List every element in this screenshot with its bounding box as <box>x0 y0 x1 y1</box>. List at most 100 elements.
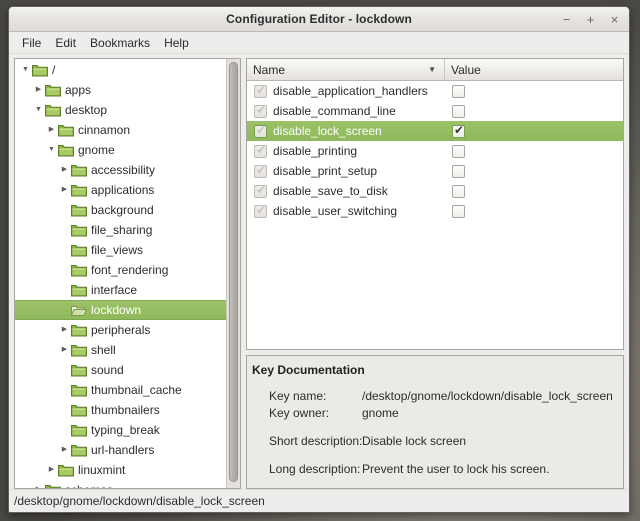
folder-icon <box>58 464 74 477</box>
cell-key-value[interactable]: ✔ <box>445 84 623 98</box>
short-description-label: Short description: <box>269 434 363 448</box>
tree-item-interface[interactable]: interface <box>15 280 226 300</box>
value-checkbox[interactable]: ✔ <box>452 123 465 138</box>
cell-key-name: ✔ disable_command_line <box>247 103 445 118</box>
tree-item-thumbnail-cache[interactable]: thumbnail_cache <box>15 380 226 400</box>
tree-scrollbar-thumb[interactable] <box>229 62 238 482</box>
tree-item-background[interactable]: background <box>15 200 226 220</box>
value-checkbox[interactable]: ✔ <box>452 204 465 218</box>
tree-item-label: linuxmint <box>78 462 126 477</box>
tree-vertical-scrollbar[interactable] <box>226 59 240 488</box>
tree-item-font-rendering[interactable]: font_rendering <box>15 260 226 280</box>
menu-help[interactable]: Help <box>157 34 196 52</box>
expander-collapsed-icon[interactable]: ▶ <box>32 480 45 488</box>
expander-collapsed-icon[interactable]: ▶ <box>45 120 58 140</box>
minimize-icon[interactable]: − <box>560 12 573 27</box>
key-documentation-panel: Key Documentation Key name: /desktop/gno… <box>246 355 624 489</box>
tree-item-label: / <box>52 62 56 77</box>
cell-key-value[interactable]: ✔ <box>445 164 623 178</box>
table-row[interactable]: ✔ disable_user_switching ✔ <box>247 201 623 221</box>
tree-item-shell[interactable]: ▶ shell <box>15 340 226 360</box>
tree-item-gnome[interactable]: ▼ gnome <box>15 140 226 160</box>
cell-key-name: ✔ disable_save_to_disk <box>247 183 445 198</box>
menu-file[interactable]: File <box>15 34 48 52</box>
expander-expanded-icon[interactable]: ▼ <box>19 60 32 80</box>
expander-collapsed-icon[interactable]: ▶ <box>58 160 71 180</box>
expander-collapsed-icon[interactable]: ▶ <box>58 340 71 360</box>
key-name-text: disable_save_to_disk <box>273 184 388 198</box>
folder-icon <box>71 404 87 417</box>
value-checkbox[interactable]: ✔ <box>452 144 465 158</box>
table-row[interactable]: ✔ disable_application_handlers ✔ <box>247 81 623 101</box>
maximize-icon[interactable]: + <box>584 12 597 27</box>
tree-item-schemas[interactable]: ▶ schemas <box>15 480 226 488</box>
table-row[interactable]: ✔ disable_printing ✔ <box>247 141 623 161</box>
value-checkbox[interactable]: ✔ <box>452 164 465 178</box>
cell-key-value[interactable]: ✔ <box>445 204 623 218</box>
keys-list-panel: Name ▼ Value ✔ disable_application_handle… <box>246 58 624 350</box>
expander-collapsed-icon[interactable]: ▶ <box>32 80 45 100</box>
main-content: ▼ / ▶ apps ▼ desktop ▶ cinnamon ▼ gnome ▶ accessibi… <box>9 54 629 489</box>
tree-item-thumbnailers[interactable]: thumbnailers <box>15 400 226 420</box>
tree-item-peripherals[interactable]: ▶ peripherals <box>15 320 226 340</box>
expander-collapsed-icon[interactable]: ▶ <box>45 460 58 480</box>
folder-icon <box>45 484 61 488</box>
key-type-checkbox-icon: ✔ <box>254 122 267 138</box>
tree-item-url-handlers[interactable]: ▶ url-handlers <box>15 440 226 460</box>
table-row[interactable]: ✔ disable_save_to_disk ✔ <box>247 181 623 201</box>
expander-collapsed-icon[interactable]: ▶ <box>58 320 71 340</box>
close-icon[interactable]: × <box>608 12 621 27</box>
expander-placeholder <box>58 240 71 260</box>
column-header-name[interactable]: Name ▼ <box>247 59 445 80</box>
tree-item-linuxmint[interactable]: ▶ linuxmint <box>15 460 226 480</box>
doc-row-key-owner: Key owner: gnome <box>252 405 623 422</box>
tree-item-label: apps <box>65 82 92 97</box>
tree-item-typing-break[interactable]: typing_break <box>15 420 226 440</box>
expander-expanded-icon[interactable]: ▼ <box>32 100 45 120</box>
key-name-text: disable_application_handlers <box>273 84 428 98</box>
table-row[interactable]: ✔ disable_lock_screen ✔ <box>247 121 623 141</box>
right-pane: Name ▼ Value ✔ disable_application_handle… <box>246 58 624 489</box>
expander-expanded-icon[interactable]: ▼ <box>45 140 58 160</box>
folder-icon <box>71 284 87 297</box>
value-checkbox[interactable]: ✔ <box>452 104 465 118</box>
tree-item-file-views[interactable]: file_views <box>15 240 226 260</box>
table-row[interactable]: ✔ disable_print_setup ✔ <box>247 161 623 181</box>
value-checkbox[interactable]: ✔ <box>452 184 465 198</box>
status-bar-path: /desktop/gnome/lockdown/disable_lock_scr… <box>14 494 265 508</box>
tree-item-label: thumbnailers <box>91 402 160 417</box>
folder-icon <box>45 104 61 117</box>
expander-placeholder <box>58 220 71 240</box>
menu-edit[interactable]: Edit <box>48 34 83 52</box>
folder-icon <box>32 64 48 77</box>
tree-item-applications[interactable]: ▶ applications <box>15 180 226 200</box>
tree-item-file-sharing[interactable]: file_sharing <box>15 220 226 240</box>
tree-item-sound[interactable]: sound <box>15 360 226 380</box>
expander-collapsed-icon[interactable]: ▶ <box>58 440 71 460</box>
directory-tree[interactable]: ▼ / ▶ apps ▼ desktop ▶ cinnamon ▼ gnome ▶ accessibi… <box>15 59 226 488</box>
cell-key-name: ✔ disable_user_switching <box>247 203 445 218</box>
tree-item-desktop[interactable]: ▼ desktop <box>15 100 226 120</box>
folder-icon <box>71 364 87 377</box>
tree-item-label: schemas <box>65 483 113 489</box>
tree-item-cinnamon[interactable]: ▶ cinnamon <box>15 120 226 140</box>
tree-item--[interactable]: ▼ / <box>15 60 226 80</box>
cell-key-value[interactable]: ✔ <box>445 123 623 138</box>
cell-key-value[interactable]: ✔ <box>445 184 623 198</box>
tree-item-lockdown[interactable]: lockdown <box>15 300 226 320</box>
column-header-value[interactable]: Value <box>445 59 623 80</box>
keys-list-rows[interactable]: ✔ disable_application_handlers ✔ ✔ disable_c… <box>247 81 623 349</box>
configuration-editor-window: Configuration Editor - lockdown − + × Fi… <box>8 6 630 513</box>
value-checkbox[interactable]: ✔ <box>452 84 465 98</box>
tree-item-apps[interactable]: ▶ apps <box>15 80 226 100</box>
cell-key-value[interactable]: ✔ <box>445 104 623 118</box>
title-bar[interactable]: Configuration Editor - lockdown − + × <box>9 7 629 32</box>
table-row[interactable]: ✔ disable_command_line ✔ <box>247 101 623 121</box>
cell-key-value[interactable]: ✔ <box>445 144 623 158</box>
key-type-checkbox-icon: ✔ <box>254 162 267 178</box>
menu-bookmarks[interactable]: Bookmarks <box>83 34 157 52</box>
key-name-text: disable_user_switching <box>273 204 398 218</box>
expander-collapsed-icon[interactable]: ▶ <box>58 180 71 200</box>
tree-item-label: url-handlers <box>91 442 155 457</box>
tree-item-accessibility[interactable]: ▶ accessibility <box>15 160 226 180</box>
